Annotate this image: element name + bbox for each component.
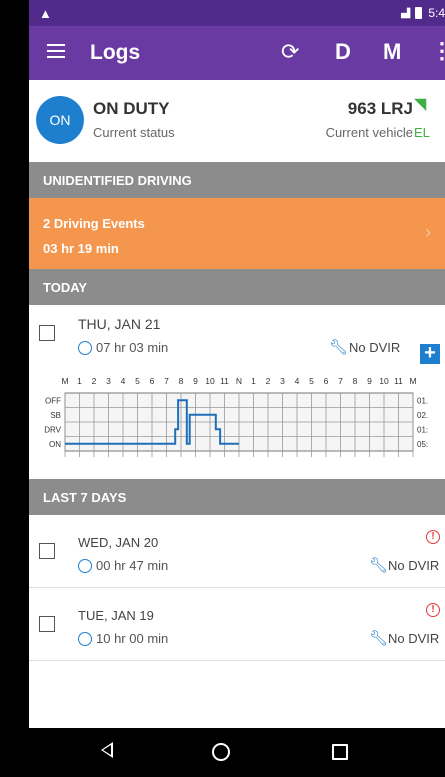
log-date: THU, JAN 21 (78, 316, 161, 332)
page-title: Logs (90, 41, 141, 64)
sync-icon[interactable]: ⟳ (281, 39, 299, 65)
hour-label: 5 (135, 376, 140, 386)
hour-label: 2 (266, 376, 271, 386)
vehicle-label[interactable]: 963 LRJ (348, 99, 413, 119)
hour-label: N (236, 376, 242, 386)
signal-icon: ▗▟ (397, 7, 410, 18)
clock-icon (78, 559, 92, 573)
hour-label: 5 (309, 376, 314, 386)
battery-icon (415, 7, 423, 19)
duty-row-label: DRV (44, 425, 61, 434)
log-list-item[interactable]: WED, JAN 20 00 hr 47 min ! 🔧︎ No DVIR (29, 515, 445, 588)
duty-row-label: ON (49, 440, 61, 449)
duty-row-total: 01. (417, 396, 428, 405)
clock-icon (78, 341, 92, 355)
duty-row-label: SB (50, 411, 61, 420)
select-checkbox[interactable] (39, 543, 55, 559)
duty-row-label: OFF (45, 396, 61, 405)
dvir-status[interactable]: No DVIR (388, 631, 439, 646)
driving-events-duration: 03 hr 19 min (43, 241, 119, 256)
status-bar: ▲ ▗▟ 5:4 (29, 0, 445, 26)
duty-status-badge[interactable]: ON (36, 96, 84, 144)
log-date: WED, JAN 20 (78, 535, 159, 550)
eld-label: EL (414, 125, 430, 140)
dvir-status[interactable]: No DVIR (388, 558, 439, 573)
vehicle-caption: Current vehicle (325, 125, 413, 140)
recent-apps-icon[interactable] (332, 744, 348, 760)
hour-label: 8 (353, 376, 358, 386)
duty-status-caption: Current status (93, 125, 175, 140)
hour-label: 6 (150, 376, 155, 386)
chevron-right-icon: › (425, 222, 431, 242)
violation-alert-icon: ! (426, 603, 440, 617)
dvir-status[interactable]: No DVIR (349, 340, 400, 355)
wrench-icon: 🔧︎ (369, 557, 389, 574)
hour-label: 8 (179, 376, 184, 386)
duty-row-total: 05: (417, 440, 428, 449)
hour-label: 6 (324, 376, 329, 386)
log-duration: 00 hr 47 min (96, 558, 169, 573)
home-icon[interactable] (212, 743, 230, 761)
hour-label: 7 (338, 376, 343, 386)
section-header-last7: LAST 7 DAYS (29, 479, 445, 515)
section-header-today: TODAY (29, 269, 445, 305)
hour-label: M (409, 376, 416, 386)
hour-label: 4 (295, 376, 300, 386)
unidentified-driving-card[interactable]: 2 Driving Events 03 hr 19 min › (29, 198, 445, 269)
log-list-item[interactable]: TUE, JAN 19 10 hr 00 min ! 🔧︎ No DVIR (29, 588, 445, 661)
app-screen: ▲ ▗▟ 5:4 Logs ⟳ D M ⋮ ON ON DUTY Current… (29, 0, 445, 777)
log-duration: 10 hr 00 min (96, 631, 169, 646)
app-bar: Logs ⟳ D M ⋮ (29, 26, 445, 80)
select-checkbox[interactable] (39, 325, 55, 341)
today-log-card[interactable]: THU, JAN 21 07 hr 03 min 🔧︎ No DVIR + M1… (29, 305, 445, 479)
eld-connection-icon[interactable]: ◥ (414, 94, 426, 114)
wrench-icon: 🔧︎ (329, 339, 349, 356)
clock-icon (78, 632, 92, 646)
hour-label: 7 (164, 376, 169, 386)
wrench-icon: 🔧︎ (369, 630, 389, 647)
log-duration: 07 hr 03 min (96, 340, 169, 355)
overflow-menu-icon[interactable]: ⋮ (431, 38, 445, 64)
hour-label: 4 (121, 376, 126, 386)
current-status-row[interactable]: ON ON DUTY Current status 963 LRJ Curren… (29, 80, 445, 162)
back-icon[interactable] (101, 742, 113, 758)
hour-label: 10 (379, 376, 389, 386)
hour-label: 1 (77, 376, 82, 386)
d-button[interactable]: D (335, 39, 351, 65)
warning-icon: ▲ (39, 5, 52, 21)
add-dvir-button[interactable]: + (420, 343, 440, 364)
clock-text: 5:4 (428, 6, 445, 20)
section-header-unidentified: UNIDENTIFIED DRIVING (29, 162, 445, 198)
hour-label: 10 (205, 376, 215, 386)
violation-alert-icon: ! (426, 530, 440, 544)
m-button[interactable]: M (383, 39, 401, 65)
driving-events-count: 2 Driving Events (43, 216, 145, 231)
hour-label: 11 (220, 376, 229, 386)
hour-label: M (61, 376, 68, 386)
duty-status-label: ON DUTY (93, 99, 170, 118)
hour-label: 2 (92, 376, 97, 386)
hour-label: 9 (367, 376, 372, 386)
log-date: TUE, JAN 19 (78, 608, 154, 623)
duty-row-total: 01: (417, 425, 428, 434)
hour-label: 9 (193, 376, 198, 386)
system-nav-bar (0, 728, 445, 777)
hour-label: 1 (251, 376, 256, 386)
menu-icon[interactable] (47, 44, 65, 60)
hour-label: 11 (394, 376, 403, 386)
select-checkbox[interactable] (39, 616, 55, 632)
duty-status-graph[interactable]: M 1 2 3 4 5 6 7 8 9 10 11 N 1 2 3 4 5 6 7 8 9 10 11 MOFFSBDRVON0… (29, 372, 445, 472)
hour-label: 3 (280, 376, 285, 386)
duty-row-total: 02. (417, 411, 428, 420)
hour-label: 3 (106, 376, 111, 386)
